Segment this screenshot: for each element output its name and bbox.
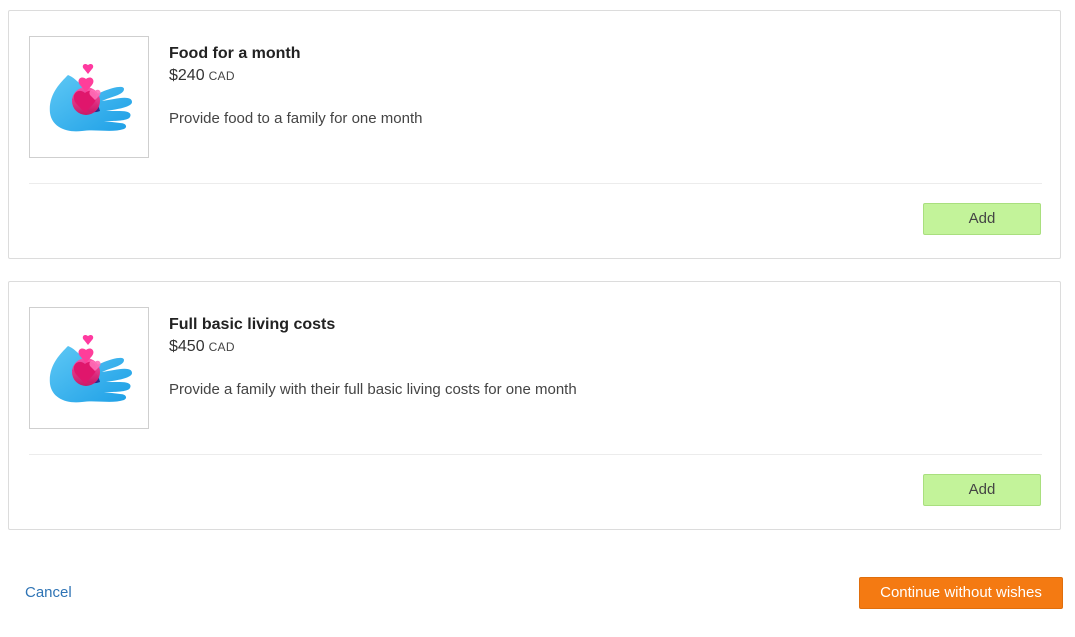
- wish-title: Full basic living costs: [169, 316, 336, 333]
- wish-price: $240 CAD: [169, 67, 235, 85]
- divider: [29, 183, 1042, 184]
- wish-card: Food for a month $240 CAD Provide food to…: [8, 10, 1061, 259]
- price-currency: CAD: [208, 69, 235, 83]
- cancel-link[interactable]: Cancel: [25, 584, 72, 601]
- hand-hearts-icon: [49, 63, 132, 132]
- wish-image: [29, 307, 149, 429]
- price-amount: $450: [169, 338, 205, 355]
- wish-image: [29, 36, 149, 158]
- wish-description: Provide a family with their full basic l…: [169, 381, 577, 398]
- wish-title: Food for a month: [169, 45, 301, 62]
- continue-without-wishes-button[interactable]: Continue without wishes: [859, 577, 1063, 609]
- add-button[interactable]: Add: [923, 203, 1041, 235]
- wish-price: $450 CAD: [169, 338, 235, 356]
- add-button[interactable]: Add: [923, 474, 1041, 506]
- price-currency: CAD: [208, 340, 235, 354]
- hand-hearts-icon: [49, 334, 132, 403]
- price-amount: $240: [169, 67, 205, 84]
- wish-card: Full basic living costs $450 CAD Provide …: [8, 281, 1061, 530]
- divider: [29, 454, 1042, 455]
- wish-description: Provide food to a family for one month: [169, 110, 423, 127]
